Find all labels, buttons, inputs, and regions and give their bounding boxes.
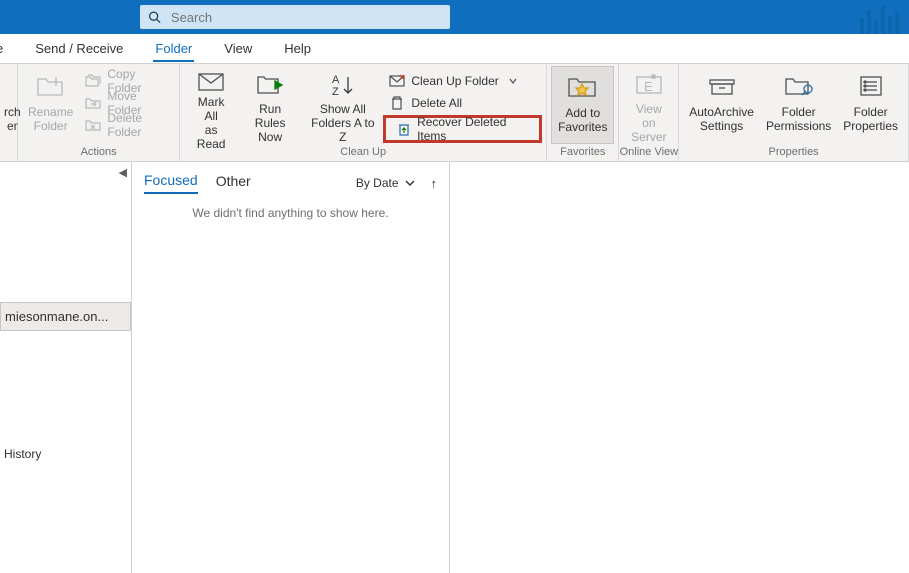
- sort-direction-icon[interactable]: ↑: [431, 176, 438, 191]
- rename-folder-button: Rename Folder: [22, 66, 79, 144]
- svg-text:E: E: [644, 79, 653, 94]
- archive-icon: [707, 74, 737, 98]
- props-l2: Properties: [843, 119, 898, 133]
- fav-l2: Favorites: [558, 120, 607, 134]
- copy-folder-icon: [85, 74, 101, 88]
- group-caption-favorites: Favorites: [547, 146, 618, 161]
- delete-folder-button: Delete Folder: [79, 114, 175, 136]
- group-caption-actions: Actions: [18, 146, 179, 161]
- delete-all-button[interactable]: Delete All: [383, 92, 542, 114]
- cleanup-folder-icon: [389, 74, 405, 88]
- properties-icon: [856, 74, 886, 98]
- sort-by-date[interactable]: By Date ↑: [356, 176, 437, 191]
- move-folder-icon: [85, 96, 101, 110]
- folder-pane: ◀ miesonmane.on... History: [0, 162, 132, 573]
- history-node[interactable]: History: [0, 447, 131, 461]
- tab-partial-left[interactable]: e: [0, 35, 5, 62]
- archive-l1: AutoArchive: [689, 105, 754, 119]
- reading-pane: [450, 162, 909, 573]
- sort-az-icon: AZ: [328, 73, 358, 97]
- ribbon-tabs: e Send / Receive Folder View Help: [0, 34, 909, 64]
- title-bar: [0, 0, 909, 34]
- run-rules-l1: Run Rules: [244, 102, 296, 130]
- add-to-favorites-button[interactable]: Add to Favorites: [551, 66, 614, 144]
- collapse-pane-icon[interactable]: ◀: [119, 166, 127, 179]
- perm-l1: Folder: [782, 105, 816, 119]
- empty-list-message: We didn't find anything to show here.: [144, 206, 437, 220]
- delete-folder-label: Delete Folder: [107, 111, 169, 139]
- svg-text:A: A: [332, 74, 340, 86]
- chevron-down-icon: [405, 179, 415, 187]
- recover-deleted-button[interactable]: Recover Deleted Items: [390, 118, 535, 140]
- account-node[interactable]: miesonmane.on...: [0, 302, 131, 331]
- autoarchive-button[interactable]: AutoArchive Settings: [683, 66, 760, 144]
- svg-text:Z: Z: [332, 86, 339, 97]
- tab-folder[interactable]: Folder: [153, 35, 194, 62]
- view-on-l1: View on: [629, 102, 668, 130]
- search-box[interactable]: [140, 5, 450, 29]
- message-list-pane: Focused Other By Date ↑ We didn't find a…: [132, 162, 450, 573]
- ribbon: rch er Rename Folder Copy Folder: [0, 64, 909, 162]
- group-caption-online: Online View: [619, 146, 678, 161]
- recover-deleted-highlight: Recover Deleted Items: [383, 115, 542, 143]
- show-all-l2: Folders A to Z: [308, 116, 377, 144]
- permissions-icon: [784, 74, 814, 98]
- sort-label: By Date: [356, 176, 399, 190]
- group-caption-cleanup: Clean Up: [180, 146, 546, 161]
- tab-help[interactable]: Help: [282, 35, 313, 62]
- perm-l2: Permissions: [766, 119, 831, 133]
- run-rules-icon: [255, 73, 285, 97]
- recover-label: Recover Deleted Items: [417, 115, 529, 143]
- tab-send-receive[interactable]: Send / Receive: [33, 35, 125, 62]
- cleanup-folder-button[interactable]: Clean Up Folder: [383, 70, 542, 92]
- cleanup-folder-label: Clean Up Folder: [411, 74, 498, 88]
- tab-focused[interactable]: Focused: [144, 172, 198, 194]
- folder-properties-button[interactable]: Folder Properties: [837, 66, 904, 144]
- favorites-folder-icon: [567, 74, 599, 100]
- view-on-l2: Server: [631, 130, 666, 144]
- recover-icon: [397, 122, 411, 136]
- fav-l1: Add to: [565, 106, 600, 120]
- rename-line2: Folder: [34, 119, 68, 133]
- search-icon: [148, 10, 161, 24]
- delete-all-label: Delete All: [411, 96, 462, 110]
- chevron-down-icon: [509, 77, 517, 85]
- view-on-server-button: E View on Server: [623, 66, 674, 144]
- partial-label2: er: [7, 119, 18, 133]
- server-view-icon: E: [634, 73, 664, 97]
- run-rules-l2: Now: [258, 130, 282, 144]
- tab-view[interactable]: View: [222, 35, 254, 62]
- search-input[interactable]: [171, 10, 442, 25]
- rename-line1: Rename: [28, 105, 73, 119]
- folder-permissions-button[interactable]: Folder Permissions: [760, 66, 837, 144]
- archive-l2: Settings: [700, 119, 743, 133]
- folder-rename-icon: [36, 73, 66, 99]
- run-rules-button[interactable]: Run Rules Now: [238, 66, 302, 144]
- delete-folder-icon: [85, 118, 101, 132]
- tab-other[interactable]: Other: [216, 173, 251, 193]
- mark-all-read-button[interactable]: Mark All as Read: [184, 66, 238, 144]
- group-caption-properties: Properties: [679, 146, 908, 161]
- props-l1: Folder: [854, 105, 888, 119]
- show-all-l1: Show All: [320, 102, 366, 116]
- mark-read-icon: [196, 69, 226, 93]
- content-row: ◀ miesonmane.on... History Focused Other…: [0, 162, 909, 573]
- decorative-building-icon: [860, 0, 899, 34]
- trash-icon: [390, 96, 404, 110]
- mark-all-l1: Mark All: [190, 95, 232, 123]
- show-all-folders-button[interactable]: AZ Show All Folders A to Z: [302, 66, 383, 144]
